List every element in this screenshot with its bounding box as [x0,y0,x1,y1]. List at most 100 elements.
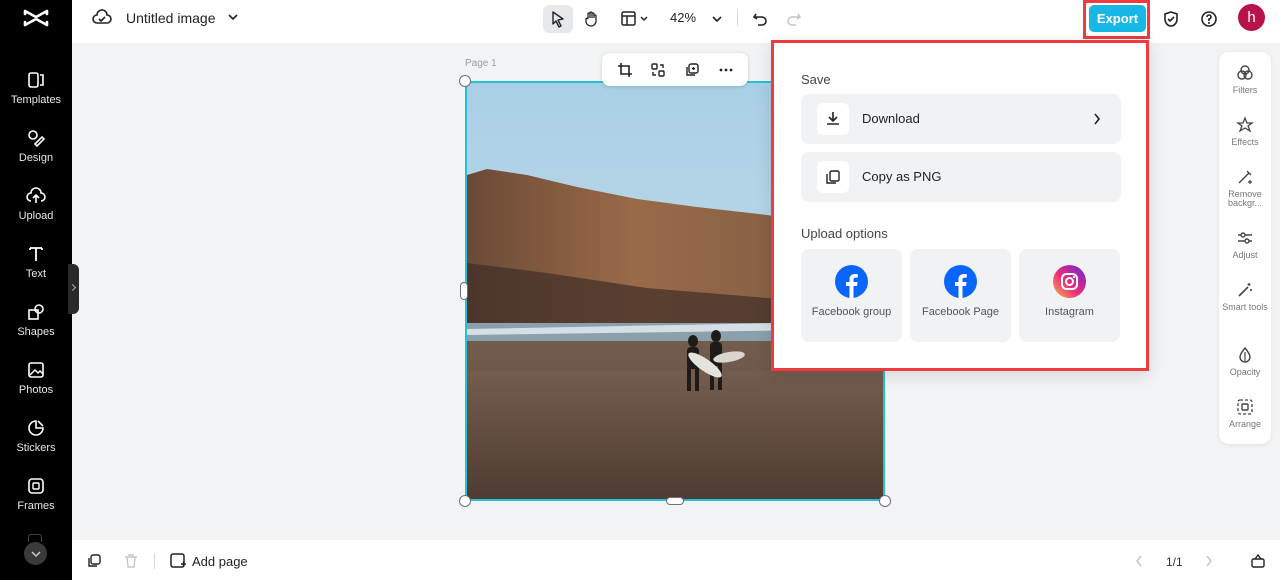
rb-label: Opacity [1229,367,1261,377]
export-highlight-box [1083,0,1150,39]
scroll-down-button[interactable] [24,542,47,565]
facebook-icon [835,265,868,298]
crop-button[interactable] [615,60,635,80]
sidebar-item-label: Text [25,268,47,280]
sidebar-item-label: Upload [18,210,54,222]
duplicate-page-button[interactable] [79,547,109,575]
filters-icon [1236,64,1254,82]
page-label: Page 1 [465,58,497,69]
hand-icon [585,11,597,27]
security-button[interactable] [1156,5,1186,33]
replace-button[interactable] [648,60,668,80]
document-title[interactable]: Untitled image [126,10,216,26]
cursor-icon [552,11,564,28]
sidebar-item-templates[interactable]: Templates [0,68,72,122]
resize-handle-left[interactable] [460,282,468,300]
sidebar-item-design[interactable]: Design [0,126,72,180]
copy-label: Copy as PNG [862,169,942,184]
layout-icon [621,11,648,26]
sidebar-item-upload[interactable]: Upload [0,184,72,238]
chevron-right-icon [1093,113,1101,125]
arrange-icon [1236,398,1254,416]
facebook-icon [944,265,977,298]
share-instagram[interactable]: Instagram [1019,249,1120,342]
resize-handle-bottom[interactable] [666,497,684,505]
more-horizontal-icon [719,68,733,72]
sidebar-item-frames[interactable]: Frames [0,474,72,528]
collapse-panel-handle[interactable] [68,264,79,314]
drop-icon [1236,346,1254,364]
delete-page-button[interactable] [116,547,146,575]
arrange-button[interactable]: Arrange [1219,394,1271,444]
page-panel-button[interactable] [1243,547,1273,575]
sidebar-item-shapes[interactable]: Shapes [0,300,72,354]
cloud-sync-icon[interactable] [92,9,112,27]
chevron-down-icon [30,550,41,557]
sidebar-item-label: Photos [18,384,54,396]
sidebar-item-stickers[interactable]: Stickers [0,416,72,470]
chevron-right-icon [1206,555,1212,567]
more-options-button[interactable] [716,60,736,80]
rb-label: Filters [1232,85,1258,95]
sidebar-item-label: Frames [17,500,55,512]
save-section-title: Save [801,72,831,87]
opacity-button[interactable]: Opacity [1219,342,1271,392]
next-page-button[interactable] [1194,547,1224,575]
sidebar-item-label: Shapes [17,326,55,338]
capcut-logo-icon[interactable] [22,6,50,30]
help-icon [1201,11,1217,27]
resize-handle-bottom-right[interactable] [879,495,891,507]
chevron-down-icon[interactable] [228,13,238,21]
adjust-button[interactable]: Adjust [1219,225,1271,275]
frames-icon [26,476,46,496]
layout-dropdown-button[interactable] [615,5,653,33]
share-label: Facebook Page [921,306,1000,318]
page-panel-icon [1251,553,1265,568]
sidebar-item-photos[interactable]: Photos [0,358,72,412]
rb-label: Arrange [1228,419,1262,429]
hand-tool-button[interactable] [577,5,607,33]
smart-tools-button[interactable]: Smart tools [1219,277,1271,327]
text-icon [26,244,46,264]
undo-button[interactable] [745,5,775,33]
user-avatar[interactable]: h [1238,4,1265,31]
share-label: Instagram [1045,306,1094,318]
download-button[interactable]: Download [801,94,1121,144]
copy-as-png-button[interactable]: Copy as PNG [801,152,1121,202]
magic-wand-icon [1236,281,1254,299]
redo-icon [787,13,802,26]
photos-icon [26,360,46,380]
duplicate-icon [88,554,101,567]
sidebar-item-text[interactable]: Text [0,242,72,296]
sidebar-item-label: Templates [10,94,62,106]
chevron-left-icon [1136,555,1142,567]
zoom-dropdown-button[interactable] [702,5,732,33]
effects-button[interactable]: Effects [1219,112,1271,162]
page-count: 1/1 [1166,555,1183,569]
resize-handle-bottom-left[interactable] [459,495,471,507]
share-facebook-group[interactable]: Facebook group [801,249,902,342]
image-context-toolbar [602,53,748,86]
help-button[interactable] [1194,5,1224,33]
previous-page-button[interactable] [1124,547,1154,575]
redo-button[interactable] [779,5,809,33]
add-page-button[interactable]: Add page [192,554,248,569]
effects-icon [1236,116,1254,134]
export-panel: Save Download Copy as PNG Upload options… [771,40,1149,371]
sidebar-item-label: Stickers [16,442,56,454]
rb-label: Smart tools [1222,302,1268,312]
add-page-icon [170,553,186,568]
share-facebook-page[interactable]: Facebook Page [910,249,1011,342]
select-tool-button[interactable] [543,5,573,33]
filters-button[interactable]: Filters [1219,60,1271,110]
left-sidebar: Templates Design Upload Text Shapes Phot… [0,0,72,580]
duplicate-button[interactable] [682,60,702,80]
add-page-icon-button[interactable] [165,547,191,575]
crop-icon [618,63,632,77]
download-label: Download [862,111,920,126]
resize-handle-top-left[interactable] [459,75,471,87]
zoom-level[interactable]: 42% [670,10,696,25]
remove-background-button[interactable]: Remove backgr... [1219,164,1271,214]
templates-icon [26,70,46,90]
toolbar-divider [737,10,738,26]
